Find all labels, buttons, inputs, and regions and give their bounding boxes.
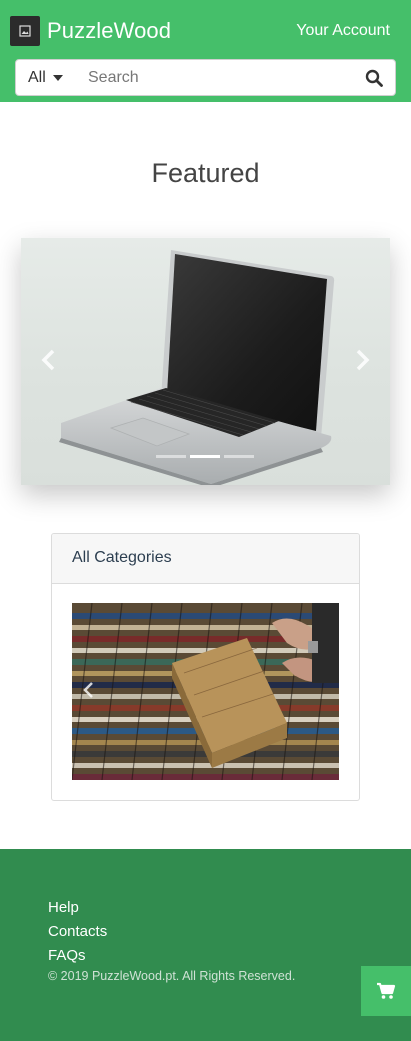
chevron-left-icon[interactable] (39, 348, 59, 372)
your-account-link[interactable]: Your Account (296, 22, 390, 40)
image-icon (19, 25, 31, 37)
copyright-text: © 2019 PuzzleWood.pt. All Rights Reserve… (48, 969, 296, 983)
footer-link-faqs[interactable]: FAQs (48, 947, 86, 964)
search-bar: All (15, 59, 396, 96)
laptop-image (59, 250, 335, 485)
featured-heading: Featured (151, 158, 260, 188)
search-input[interactable] (76, 60, 346, 95)
carousel-indicator[interactable] (156, 455, 186, 458)
cart-icon (377, 982, 396, 999)
category-selected-value: All (28, 68, 46, 86)
brand-name[interactable]: PuzzleWood (47, 18, 171, 44)
category-image[interactable] (72, 603, 339, 780)
footer-link-help[interactable]: Help (48, 899, 79, 916)
chevron-left-icon[interactable] (82, 681, 96, 699)
search-icon[interactable] (365, 69, 383, 87)
chevron-right-icon[interactable] (352, 348, 372, 372)
card-title[interactable]: All Categories (52, 534, 359, 584)
footer: Help Contacts FAQs © 2019 PuzzleWood.pt.… (0, 849, 411, 1041)
footer-link-contacts[interactable]: Contacts (48, 923, 107, 940)
carousel-indicator[interactable] (224, 455, 254, 458)
cart-button[interactable] (361, 966, 411, 1016)
carousel-indicator-active[interactable] (190, 455, 220, 458)
carousel-indicators (156, 455, 254, 458)
caret-down-icon (52, 74, 63, 81)
featured-carousel (21, 238, 390, 485)
category-dropdown[interactable]: All (16, 60, 76, 95)
dvd-collection-image (72, 603, 339, 780)
top-navbar: PuzzleWood Your Account All (0, 0, 411, 102)
logo[interactable] (10, 16, 40, 46)
all-categories-card: All Categories (51, 533, 360, 801)
